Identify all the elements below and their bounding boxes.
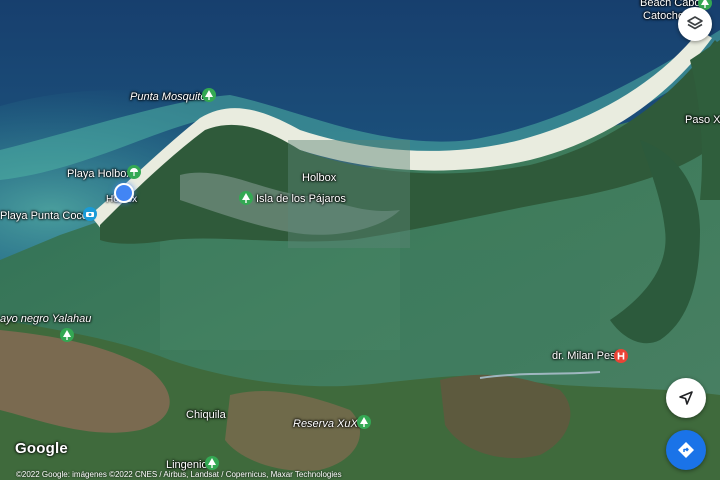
tree-pin-icon[interactable] (202, 88, 216, 102)
place-label-playa-punta-cocos[interactable]: Playa Punta Cocos (0, 210, 94, 222)
camera-pin-icon[interactable] (83, 207, 97, 221)
google-logo: Google (15, 440, 68, 457)
current-location-dot[interactable] (114, 183, 134, 203)
layers-icon (687, 16, 703, 30)
tree-pin-icon[interactable] (60, 328, 74, 342)
place-label-cayo-negro[interactable]: ayo negro Yalahau (0, 313, 91, 325)
copyright-text[interactable]: ©2022 Google: imágenes ©2022 CNES / Airb… (16, 470, 342, 479)
tree-pin-icon[interactable] (239, 191, 253, 205)
place-label-reserva-xuxu[interactable]: Reserva XuXu (293, 418, 364, 430)
satellite-map[interactable] (0, 0, 720, 480)
place-label-punta-mosquito[interactable]: Punta Mosquito (130, 91, 206, 103)
place-label-isla-pajaros[interactable]: Isla de los Pájaros (256, 193, 346, 205)
place-label-holbox: Holbox (302, 172, 337, 184)
place-label-milan-pesic[interactable]: dr. Milan Pesic (552, 350, 624, 362)
place-label-paso-xo: Paso Xo (685, 114, 720, 126)
hospital-pin-icon[interactable] (614, 349, 628, 363)
directions-icon (678, 442, 694, 458)
my-location-button[interactable] (666, 378, 706, 418)
tree-pin-icon[interactable] (205, 456, 219, 470)
umbrella-pin-icon[interactable] (127, 165, 141, 179)
layers-button[interactable] (678, 7, 712, 41)
place-label-chiquila: Chiquila (186, 409, 226, 421)
navigation-arrow-icon (679, 391, 693, 405)
tree-pin-icon[interactable] (357, 415, 371, 429)
place-label-playa-holbox[interactable]: Playa Holbox (67, 168, 132, 180)
directions-button[interactable] (666, 430, 706, 470)
